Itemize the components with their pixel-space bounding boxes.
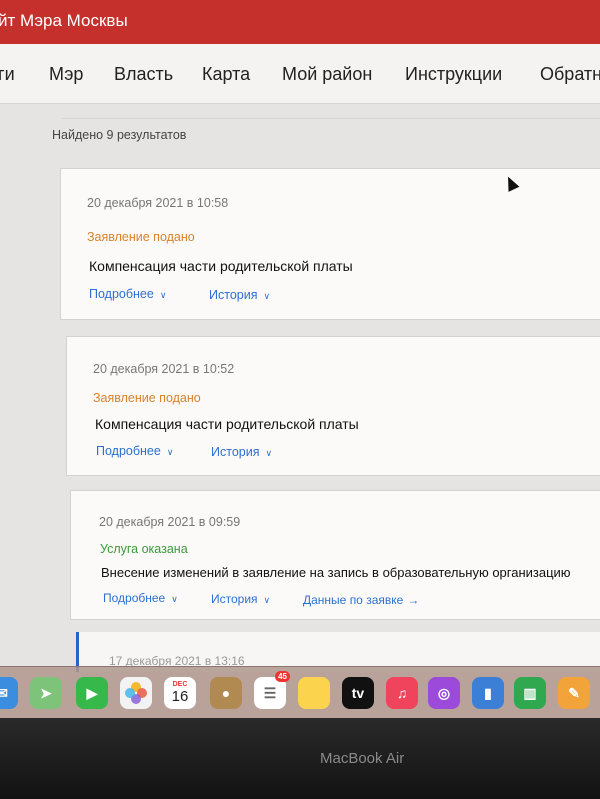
card-title[interactable]: Внесение изменений в заявление на запись… xyxy=(101,565,571,580)
nav-item-instructions[interactable]: Инструкции xyxy=(405,64,502,85)
photos-flower-icon xyxy=(125,682,147,704)
card-status: Заявление подано xyxy=(87,230,195,244)
browser-screen: йт Мэра Москвы ги Мэр Власть Карта Мой р… xyxy=(0,0,600,718)
application-data-label: Данные по заявке xyxy=(303,593,404,607)
history-link[interactable]: История ∨ xyxy=(211,445,272,459)
card-status: Услуга оказана xyxy=(100,542,188,556)
card-date: 20 декабря 2021 в 09:59 xyxy=(99,515,241,529)
nav-item-map[interactable]: Карта xyxy=(202,64,250,85)
apple-tv-label: tv xyxy=(351,685,365,701)
notes-icon[interactable] xyxy=(298,677,330,709)
site-title[interactable]: йт Мэра Москвы xyxy=(0,11,128,31)
music-icon[interactable]: ♫ xyxy=(386,677,418,709)
card-status: Заявление подано xyxy=(93,391,201,405)
keynote-icon[interactable]: ▮ xyxy=(472,677,504,709)
site-header: йт Мэра Москвы xyxy=(0,0,600,44)
finder-icon[interactable]: ● xyxy=(210,677,242,709)
history-label: История xyxy=(211,592,258,606)
application-data-link[interactable]: Данные по заявке → xyxy=(303,593,419,607)
calendar-month: DEC xyxy=(172,681,188,688)
details-link[interactable]: Подробнее ∨ xyxy=(96,444,173,458)
application-card: 20 декабря 2021 в 09:59 Услуга оказана В… xyxy=(70,490,600,620)
application-card: 20 декабря 2021 в 10:58 Заявление подано… xyxy=(60,168,600,320)
maps-icon[interactable]: ➤ xyxy=(30,677,62,709)
nav-item-my-district[interactable]: Мой район xyxy=(282,64,372,85)
history-link[interactable]: История ∨ xyxy=(209,288,270,302)
results-count: Найдено 9 результатов xyxy=(52,128,187,142)
details-label: Подробнее xyxy=(96,444,161,458)
nav-item-mayor[interactable]: Мэр xyxy=(49,64,83,85)
laptop-bezel: MacBook Air xyxy=(0,718,600,799)
apple-tv-icon[interactable]: tv xyxy=(342,677,374,709)
details-label: Подробнее xyxy=(103,591,166,605)
facetime-icon[interactable]: ▶ xyxy=(76,677,108,709)
chevron-down-icon: ∨ xyxy=(263,291,271,301)
reminders-icon[interactable]: ☰ 45 xyxy=(254,671,290,709)
details-label: Подробнее xyxy=(89,287,154,301)
history-label: История xyxy=(211,445,260,459)
chevron-down-icon: ∨ xyxy=(159,290,167,300)
macos-dock: ✉ ➤ ▶ DEC 16 ● ☰ 45 tv ♫ ◎ ▮ ▥ ✎ xyxy=(0,666,600,718)
application-card: 20 декабря 2021 в 10:52 Заявление подано… xyxy=(66,336,600,476)
numbers-icon[interactable]: ▥ xyxy=(514,677,546,709)
history-label: История xyxy=(209,288,258,302)
podcasts-icon[interactable]: ◎ xyxy=(428,677,460,709)
nav-item-government[interactable]: Власть xyxy=(114,64,173,85)
pages-icon[interactable]: ✎ xyxy=(558,677,590,709)
chevron-down-icon: ∨ xyxy=(171,594,178,604)
mail-icon[interactable]: ✉ xyxy=(0,677,18,709)
notification-badge: 45 xyxy=(275,671,290,682)
details-link[interactable]: Подробнее ∨ xyxy=(89,287,166,301)
card-date: 20 декабря 2021 в 10:58 xyxy=(87,196,229,210)
main-nav: ги Мэр Власть Карта Мой район Инструкции… xyxy=(0,44,600,104)
chevron-down-icon: ∨ xyxy=(263,595,271,605)
calendar-day: 16 xyxy=(171,688,189,705)
arrow-right-icon: → xyxy=(407,593,420,607)
card-title[interactable]: Компенсация части родительской платы xyxy=(95,416,359,432)
card-date: 20 декабря 2021 в 10:52 xyxy=(93,362,235,376)
divider xyxy=(62,118,600,119)
chevron-down-icon: ∨ xyxy=(265,448,273,458)
chevron-down-icon: ∨ xyxy=(166,447,174,457)
details-link[interactable]: Подробнее ∨ xyxy=(103,591,178,605)
nav-item-services[interactable]: ги xyxy=(0,64,15,85)
photos-icon[interactable] xyxy=(120,677,152,709)
card-title[interactable]: Компенсация части родительской платы xyxy=(89,258,353,274)
history-link[interactable]: История ∨ xyxy=(211,592,270,606)
nav-item-feedback[interactable]: Обратн xyxy=(540,64,600,85)
laptop-brand: MacBook Air xyxy=(320,750,405,767)
calendar-icon[interactable]: DEC 16 xyxy=(164,677,196,709)
